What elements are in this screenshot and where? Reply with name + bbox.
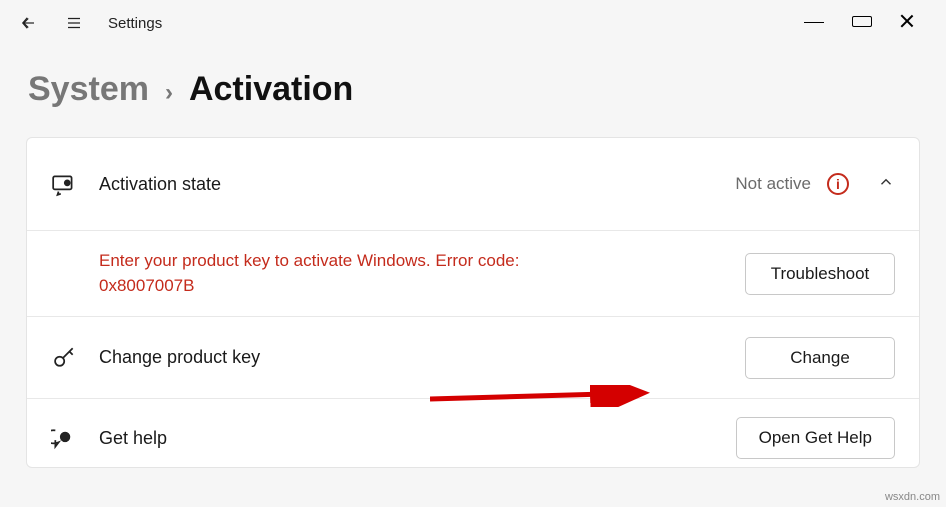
chevron-up-icon <box>877 173 895 191</box>
activation-panel: Activation state Not active i Enter your… <box>26 137 920 468</box>
menu-button[interactable] <box>54 3 94 43</box>
title-bar: Settings <box>0 0 946 46</box>
hamburger-icon <box>65 14 83 32</box>
close-icon <box>900 14 920 28</box>
change-product-key-row: Change product key Change <box>27 316 919 398</box>
svg-text:?: ? <box>63 435 67 442</box>
back-button[interactable] <box>8 3 48 43</box>
breadcrumb: System › Activation <box>0 46 946 137</box>
minimize-button[interactable] <box>804 14 824 33</box>
key-icon <box>51 345 85 371</box>
open-get-help-button[interactable]: Open Get Help <box>736 417 895 459</box>
expand-toggle[interactable] <box>877 173 895 196</box>
get-help-row: ? Get help Open Get Help <box>27 398 919 467</box>
chevron-right-icon: › <box>165 79 173 107</box>
change-product-key-label: Change product key <box>85 347 260 368</box>
maximize-icon <box>852 16 872 27</box>
troubleshoot-button[interactable]: Troubleshoot <box>745 253 895 295</box>
minimize-icon <box>804 11 824 23</box>
close-button[interactable] <box>900 14 920 33</box>
activation-state-row[interactable]: Activation state Not active i <box>27 138 919 230</box>
change-button[interactable]: Change <box>745 337 895 379</box>
error-info-icon: i <box>827 173 849 195</box>
activation-error-message: Enter your product key to activate Windo… <box>51 249 551 298</box>
help-icon: ? <box>51 425 85 451</box>
activation-error-row: Enter your product key to activate Windo… <box>27 230 919 316</box>
activation-status-value: Not active <box>735 174 811 194</box>
breadcrumb-parent[interactable]: System <box>28 70 149 109</box>
maximize-button[interactable] <box>852 14 872 33</box>
watermark: wsxdn.com <box>885 491 940 503</box>
activation-state-icon <box>51 171 85 197</box>
activation-state-label: Activation state <box>85 174 221 195</box>
app-title: Settings <box>108 15 162 32</box>
page-title: Activation <box>189 70 353 109</box>
get-help-label: Get help <box>85 428 167 449</box>
